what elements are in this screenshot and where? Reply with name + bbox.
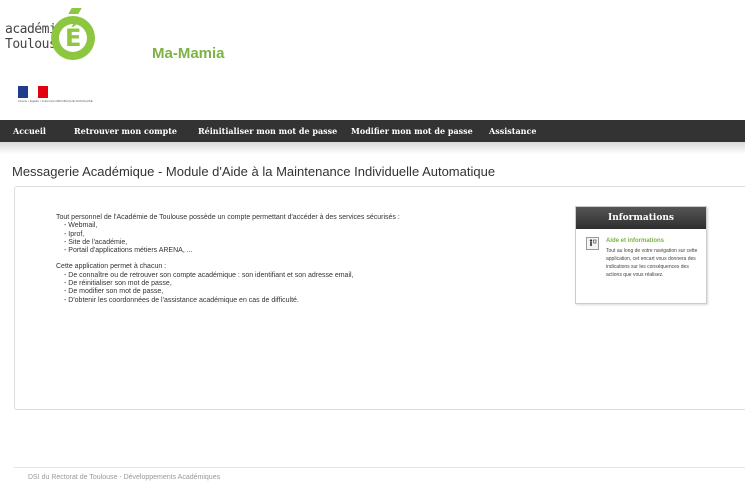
app-lead: Cette application permet à chacun : [56, 263, 167, 271]
nav-item-retrouver-compte[interactable]: Retrouver mon compte [74, 120, 177, 142]
list-item: - Portail d'applications métiers ARENA, … [64, 247, 193, 255]
app-title[interactable]: Ma-Mamia [152, 45, 225, 62]
academie-logo-icon[interactable]: É [51, 16, 95, 60]
list-item: - Iprof, [64, 230, 85, 238]
nav-item-assistance[interactable]: Assistance [489, 120, 536, 142]
nav-item-modifier-mot-de-passe[interactable]: Modifier mon mot de passe [351, 120, 473, 142]
nav-item-accueil[interactable]: Accueil [13, 120, 46, 142]
main-navbar: Accueil Retrouver mon compte Réinitialis… [0, 120, 745, 142]
nav-item-reinitialiser-mot-de-passe[interactable]: Réinitialiser mon mot de passe [198, 120, 337, 142]
list-item: - D'obtenir les coordonnées de l'assista… [64, 296, 299, 304]
page-title: Messagerie Académique - Module d'Aide à … [12, 164, 496, 179]
info-panel-title: Informations [576, 207, 706, 229]
site-header: académie Toulouse É Ma-Mamia Liberté • É… [0, 0, 745, 118]
intro-text: Tout personnel de l'Académie de Toulouse… [56, 214, 400, 305]
subnav-gradient [0, 142, 745, 154]
logo-letter: É [65, 24, 82, 52]
list-item: - Site de l'académie, [64, 238, 128, 246]
list-item: - De connaître ou de retrouver son compt… [64, 271, 354, 279]
republique-caption: Liberté • Égalité • Fraternité RÉPUBLIQU… [18, 99, 93, 103]
footer-divider [14, 467, 745, 468]
republique-francaise-flag-icon [18, 86, 48, 98]
info-panel-text: Tout au long de votre navigation sur cet… [606, 248, 698, 278]
list-item: - De réinitialiser son mot de passe, [64, 280, 172, 288]
list-item: - Webmail, [64, 222, 98, 230]
footer-text: DSI du Rectorat de Toulouse - Développem… [28, 474, 221, 481]
logo-accent-mark [68, 8, 82, 14]
intro-lead: Tout personnel de l'Académie de Toulouse… [56, 214, 400, 221]
info-figure-icon [586, 237, 599, 250]
info-panel: Informations Aide et informations Tout a… [575, 206, 707, 304]
list-item: - De modifier son mot de passe, [64, 288, 164, 296]
info-panel-heading: Aide et informations [606, 238, 665, 244]
